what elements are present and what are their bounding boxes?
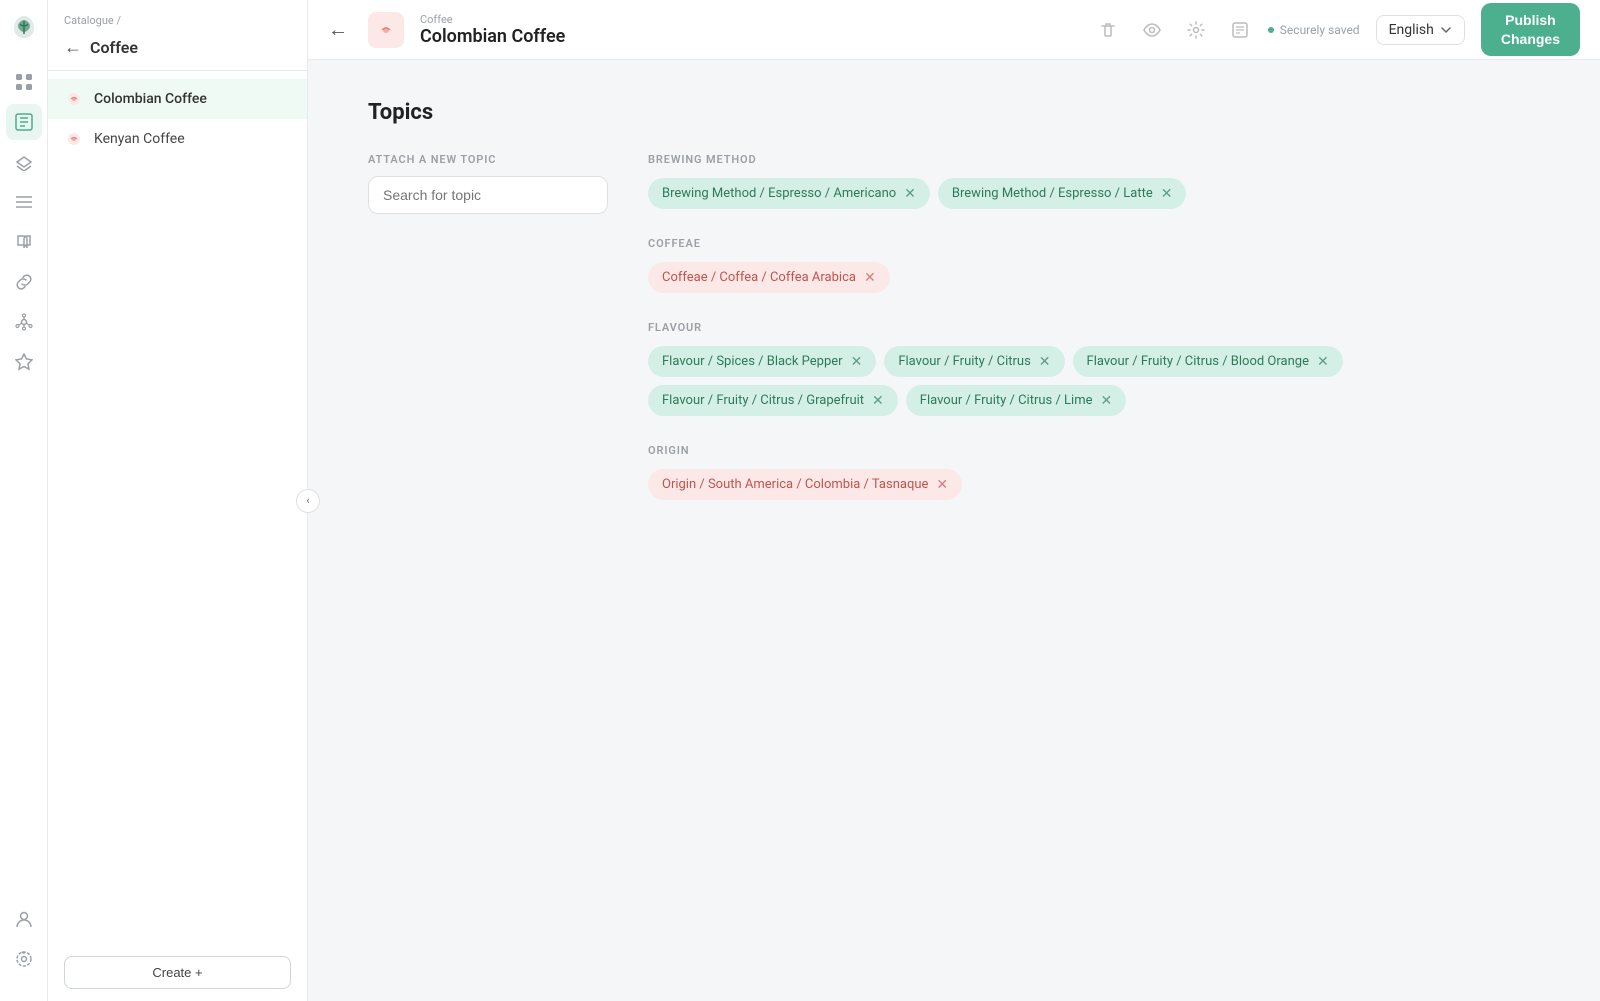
topic-group-origin: ORIGIN Origin / South America / Colombia… bbox=[648, 444, 1540, 500]
app-logo[interactable] bbox=[8, 12, 40, 44]
tags-brewing-method: Brewing Method / Espresso / Americano ✕ … bbox=[648, 178, 1540, 209]
topbar-coffee-icon bbox=[368, 12, 404, 48]
rail-item-layers[interactable] bbox=[6, 144, 42, 180]
tag-espresso-americano: Brewing Method / Espresso / Americano ✕ bbox=[648, 178, 930, 209]
topics-search-panel: ATTACH A NEW TOPIC bbox=[368, 153, 608, 528]
topbar-title-group: Coffee Colombian Coffee bbox=[420, 13, 1076, 47]
remove-tag-coffea-arabica[interactable]: ✕ bbox=[864, 271, 876, 285]
remove-tag-lime[interactable]: ✕ bbox=[1101, 394, 1113, 408]
remove-tag-blood-orange[interactable]: ✕ bbox=[1317, 355, 1329, 369]
sidebar-item-label: Colombian Coffee bbox=[94, 91, 207, 107]
tag-fruity-citrus: Flavour / Fruity / Citrus ✕ bbox=[884, 346, 1064, 377]
sidebar-item-colombian-coffee[interactable]: Colombian Coffee bbox=[48, 79, 307, 119]
sidebar-back-button[interactable]: ← Coffee bbox=[64, 33, 291, 62]
topbar-parent-label: Coffee bbox=[420, 13, 1076, 26]
sidebar-header: Catalogue / ← Coffee bbox=[48, 0, 307, 71]
tag-coffea-arabica: Coffeae / Coffea / Coffea Arabica ✕ bbox=[648, 262, 890, 293]
rail-item-list[interactable] bbox=[6, 184, 42, 220]
sidebar-items-list: Colombian Coffee Kenyan Coffee bbox=[48, 71, 307, 944]
publish-button[interactable]: Publish Changes bbox=[1481, 3, 1580, 55]
tag-black-pepper: Flavour / Spices / Black Pepper ✕ bbox=[648, 346, 876, 377]
content-area: Topics ATTACH A NEW TOPIC BREWING METHOD… bbox=[308, 60, 1600, 1001]
tag-espresso-latte: Brewing Method / Espresso / Latte ✕ bbox=[938, 178, 1187, 209]
back-arrow-icon: ← bbox=[64, 37, 82, 58]
topbar-trash-button[interactable] bbox=[1092, 14, 1124, 46]
group-label-brewing-method: BREWING METHOD bbox=[648, 153, 1540, 166]
topic-group-coffeae: COFFEAE Coffeae / Coffea / Coffea Arabic… bbox=[648, 237, 1540, 293]
main-wrapper: ← Coffee Colombian Coffee Securely saved bbox=[308, 0, 1600, 1001]
tag-lime: Flavour / Fruity / Citrus / Lime ✕ bbox=[906, 385, 1126, 416]
topic-group-brewing-method: BREWING METHOD Brewing Method / Espresso… bbox=[648, 153, 1540, 209]
rail-item-star[interactable] bbox=[6, 344, 42, 380]
tags-coffeae: Coffeae / Coffea / Coffea Arabica ✕ bbox=[648, 262, 1540, 293]
remove-tag-fruity-citrus[interactable]: ✕ bbox=[1039, 355, 1051, 369]
rail-item-hub[interactable] bbox=[6, 304, 42, 340]
coffee-icon-2 bbox=[64, 129, 84, 149]
topic-search-input[interactable] bbox=[368, 176, 608, 214]
rail-item-catalog[interactable] bbox=[6, 104, 42, 140]
topbar-eye-button[interactable] bbox=[1136, 14, 1168, 46]
rail-item-user[interactable] bbox=[6, 901, 42, 937]
topbar-actions: Securely saved bbox=[1092, 14, 1360, 46]
sidebar-item-kenyan-coffee[interactable]: Kenyan Coffee bbox=[48, 119, 307, 159]
group-label-coffeae: COFFEAE bbox=[648, 237, 1540, 250]
saved-dot-icon bbox=[1268, 27, 1274, 33]
topbar-settings-button[interactable] bbox=[1180, 14, 1212, 46]
remove-tag-grapefruit[interactable]: ✕ bbox=[872, 394, 884, 408]
breadcrumb: Catalogue / bbox=[64, 14, 291, 27]
rail-item-book[interactable] bbox=[6, 224, 42, 260]
remove-tag-espresso-latte[interactable]: ✕ bbox=[1161, 187, 1173, 201]
icon-rail bbox=[0, 0, 48, 1001]
tag-blood-orange: Flavour / Fruity / Citrus / Blood Orange… bbox=[1073, 346, 1343, 377]
topics-groups: BREWING METHOD Brewing Method / Espresso… bbox=[648, 153, 1540, 528]
top-bar: ← Coffee Colombian Coffee Securely saved bbox=[308, 0, 1600, 60]
topbar-notes-button[interactable] bbox=[1224, 14, 1256, 46]
tag-grapefruit: Flavour / Fruity / Citrus / Grapefruit ✕ bbox=[648, 385, 898, 416]
rail-item-grid[interactable] bbox=[6, 64, 42, 100]
coffee-icon bbox=[64, 89, 84, 109]
section-title: Topics bbox=[368, 100, 1540, 125]
rail-item-settings[interactable] bbox=[6, 941, 42, 977]
attach-label: ATTACH A NEW TOPIC bbox=[368, 153, 608, 166]
sidebar-collapse-button[interactable]: ‹ bbox=[296, 489, 320, 513]
topbar-title: Colombian Coffee bbox=[420, 26, 1076, 47]
rail-item-link[interactable] bbox=[6, 264, 42, 300]
tags-flavour: Flavour / Spices / Black Pepper ✕ Flavou… bbox=[648, 346, 1540, 416]
topics-layout: ATTACH A NEW TOPIC BREWING METHOD Brewin… bbox=[368, 153, 1540, 528]
sidebar-back-label: Coffee bbox=[90, 38, 138, 57]
remove-tag-espresso-americano[interactable]: ✕ bbox=[904, 187, 916, 201]
tag-tasnaque: Origin / South America / Colombia / Tasn… bbox=[648, 469, 962, 500]
language-selector[interactable]: English bbox=[1376, 15, 1465, 45]
group-label-origin: ORIGIN bbox=[648, 444, 1540, 457]
tags-origin: Origin / South America / Colombia / Tasn… bbox=[648, 469, 1540, 500]
sidebar: Catalogue / ← Coffee Colombian Coffee Ke… bbox=[48, 0, 308, 1001]
remove-tag-tasnaque[interactable]: ✕ bbox=[936, 478, 948, 492]
topbar-back-button[interactable]: ← bbox=[328, 17, 348, 42]
remove-tag-black-pepper[interactable]: ✕ bbox=[851, 355, 863, 369]
language-label: English bbox=[1389, 22, 1434, 38]
topic-group-flavour: FLAVOUR Flavour / Spices / Black Pepper … bbox=[648, 321, 1540, 416]
sidebar-item-label-2: Kenyan Coffee bbox=[94, 131, 185, 147]
topbar-saved-status: Securely saved bbox=[1268, 23, 1360, 37]
group-label-flavour: FLAVOUR bbox=[648, 321, 1540, 334]
create-button[interactable]: Create + bbox=[64, 956, 291, 989]
